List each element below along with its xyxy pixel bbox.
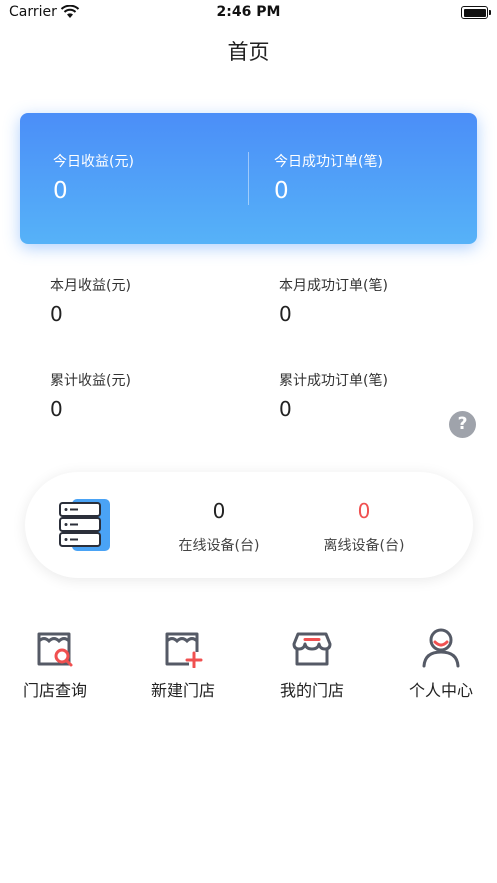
today-revenue-value: 0 [53, 178, 68, 204]
today-revenue-label: 今日收益(元) [53, 154, 134, 170]
menu-label: 我的门店 [279, 681, 344, 700]
menu-label: 个人中心 [408, 681, 473, 700]
battery-nub [489, 10, 491, 15]
menu-my-store[interactable]: 我的门店 [250, 622, 374, 702]
today-stats-card: 今日收益(元) 0 今日成功订单(笔) 0 [20, 113, 477, 244]
month-revenue-label: 本月收益(元) [50, 278, 131, 294]
month-revenue-value: 0 [50, 302, 63, 326]
battery-icon [461, 6, 488, 19]
offline-devices-value: 0 [357, 499, 371, 523]
my-store-icon [292, 632, 332, 666]
menu-user-center[interactable]: 个人中心 [379, 622, 497, 702]
server-icon [59, 499, 110, 551]
user-icon [422, 628, 460, 668]
menu-store-search[interactable]: 门店查询 [0, 622, 117, 702]
menu-store-add[interactable]: 新建门店 [121, 622, 245, 702]
menu-label: 门店查询 [22, 681, 87, 700]
online-devices-value: 0 [212, 499, 226, 523]
total-orders-value: 0 [279, 397, 292, 421]
menu-label: 新建门店 [150, 681, 215, 700]
total-revenue-value: 0 [50, 397, 63, 421]
store-search-icon [37, 632, 73, 667]
offline-devices-label: 离线设备(台) [323, 538, 405, 554]
clock: 2:46 PM [216, 4, 281, 20]
month-orders-value: 0 [279, 302, 292, 326]
hero-divider [248, 152, 249, 205]
total-orders-label: 累计成功订单(笔) [279, 373, 388, 389]
store-add-icon [165, 632, 203, 668]
total-revenue-label: 累计收益(元) [50, 373, 131, 389]
online-devices-label: 在线设备(台) [178, 538, 260, 554]
page-title: 首页 [227, 40, 270, 64]
month-orders-label: 本月成功订单(笔) [279, 278, 388, 294]
today-orders-label: 今日成功订单(笔) [274, 154, 383, 170]
today-orders-value: 0 [274, 178, 289, 204]
device-status-card[interactable]: 0 在线设备(台) 0 离线设备(台) [25, 472, 473, 578]
status-bar: Carrier 2:46 PM [0, 0, 497, 26]
help-button[interactable]: ? [449, 411, 476, 438]
